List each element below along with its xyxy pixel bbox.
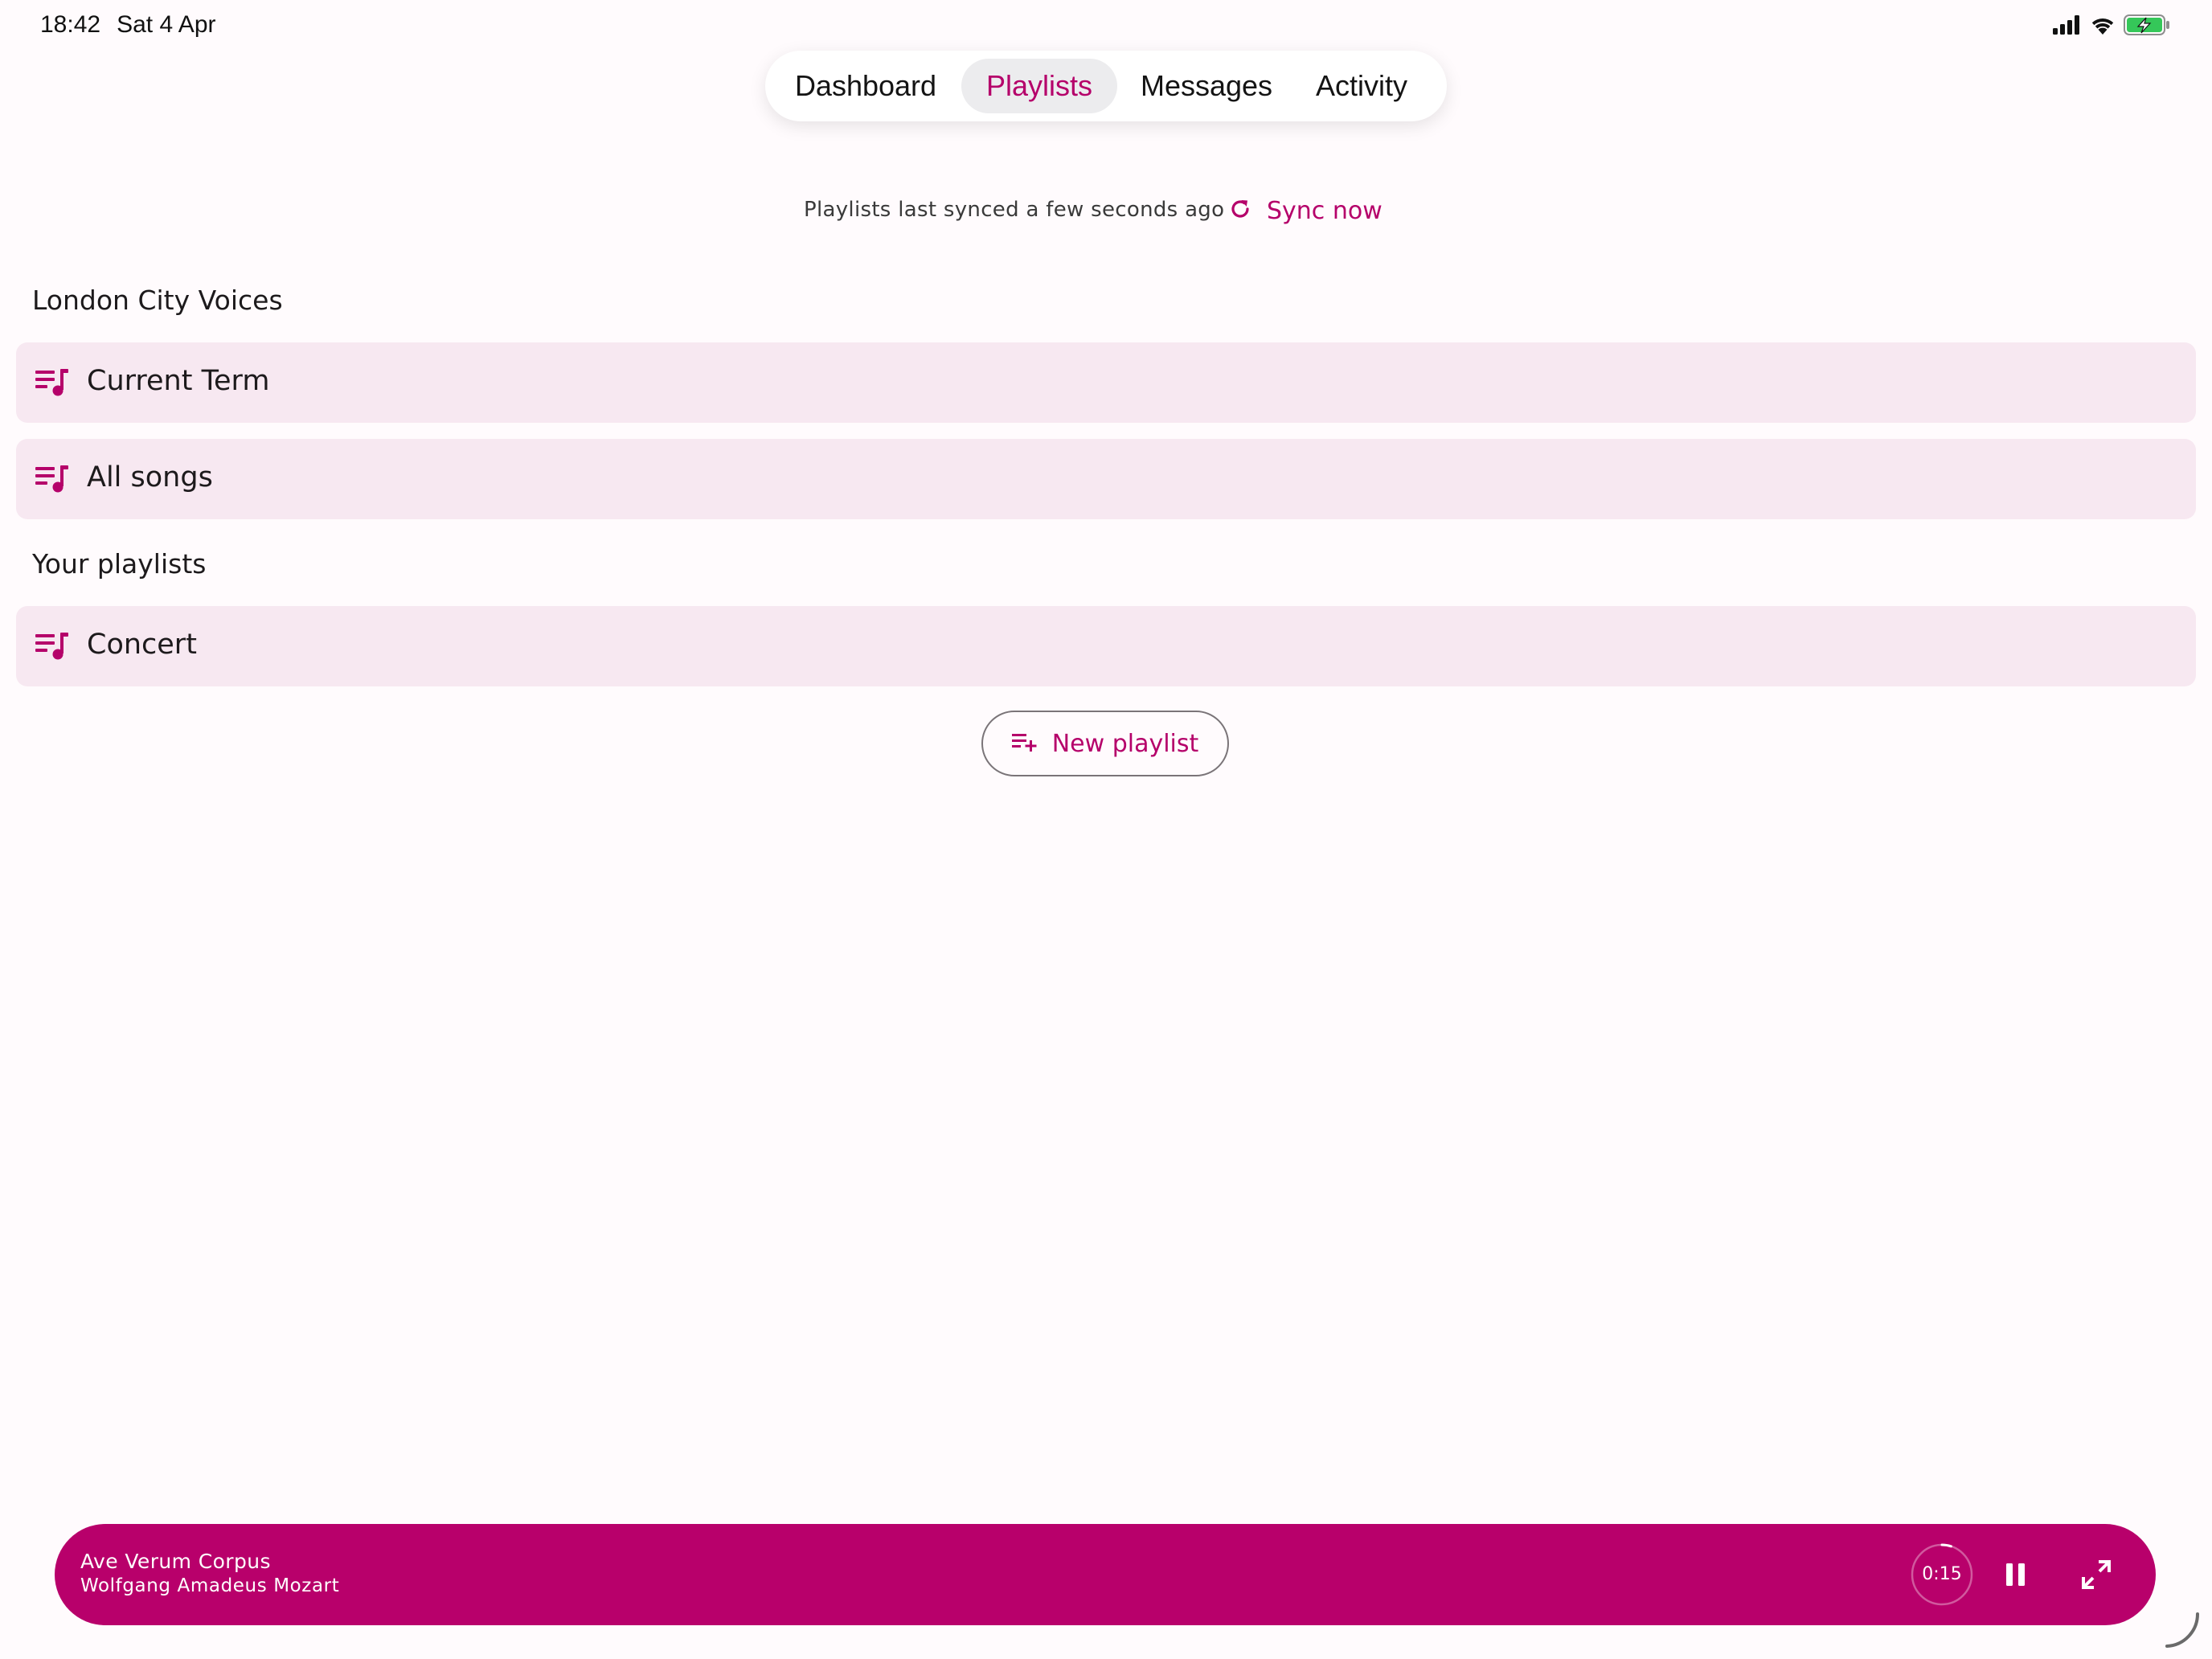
- playlist-row-concert[interactable]: Concert: [16, 606, 2196, 686]
- tab-activity[interactable]: Activity: [1288, 59, 1436, 113]
- playback-progress-ring: 0:15: [1910, 1542, 1974, 1607]
- tab-messages[interactable]: Messages: [1122, 59, 1291, 113]
- sync-status-text: Playlists last synced a few seconds ago: [804, 198, 1225, 222]
- pause-button[interactable]: [1993, 1552, 2038, 1597]
- status-clock: 18:42: [40, 11, 101, 38]
- status-bar: 18:42 Sat 4 Apr: [0, 0, 2212, 51]
- refresh-icon: [1228, 197, 1252, 224]
- playlist-row-all-songs[interactable]: All songs: [16, 439, 2196, 519]
- playlist-row-current-term[interactable]: Current Term: [16, 342, 2196, 423]
- tab-dashboard[interactable]: Dashboard: [765, 59, 966, 113]
- expand-player-button[interactable]: [2074, 1552, 2119, 1597]
- sync-now-button[interactable]: Sync now: [1228, 193, 1382, 228]
- playlist-name: Concert: [87, 629, 197, 661]
- playlist-music-icon: [35, 632, 69, 664]
- status-icons: [2053, 14, 2170, 39]
- pause-icon: [1993, 1563, 2038, 1600]
- sync-now-label: Sync now: [1267, 196, 1382, 225]
- tab-playlists[interactable]: Playlists: [961, 59, 1117, 113]
- tab-bar: Dashboard Playlists Messages Activity: [765, 51, 1447, 121]
- section-title-group: London City Voices: [32, 285, 283, 316]
- playlist-music-icon: [35, 368, 69, 400]
- status-date: Sat 4 Apr: [117, 11, 216, 38]
- home-indicator: [2162, 1611, 2202, 1654]
- section-title-your-playlists: Your playlists: [32, 548, 207, 580]
- battery-charging-icon: [2124, 14, 2170, 39]
- track-artist: Wolfgang Amadeus Mozart: [80, 1575, 340, 1596]
- playlist-name: All songs: [87, 461, 213, 494]
- expand-icon: [2074, 1560, 2119, 1600]
- playlist-name: Current Term: [87, 365, 270, 397]
- sync-status-bar: Playlists last synced a few seconds ago …: [0, 196, 2212, 225]
- playlist-music-icon: [35, 465, 69, 497]
- wifi-icon: [2090, 15, 2116, 38]
- status-time: 18:42 Sat 4 Apr: [40, 11, 216, 39]
- new-playlist-label: New playlist: [1051, 729, 1199, 758]
- track-title: Ave Verum Corpus: [80, 1550, 271, 1573]
- playlist-add-icon: [1011, 732, 1038, 755]
- mini-player[interactable]: Ave Verum Corpus Wolfgang Amadeus Mozart…: [55, 1524, 2156, 1625]
- cellular-signal-icon: [2053, 15, 2082, 38]
- new-playlist-button[interactable]: New playlist: [981, 711, 1229, 776]
- elapsed-time: 0:15: [1922, 1564, 1962, 1584]
